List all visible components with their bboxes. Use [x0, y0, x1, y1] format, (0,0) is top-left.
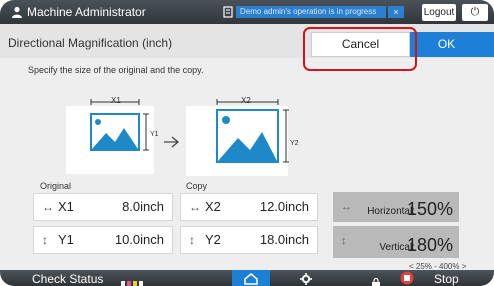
stop-button[interactable]: Stop [434, 271, 459, 286]
vertical-value: 180% [406, 235, 453, 255]
notice-close-icon[interactable]: × [388, 6, 404, 18]
home-icon [244, 273, 258, 285]
check-status-button[interactable]: Check Status [32, 271, 103, 286]
operation-notice[interactable]: Demo admin's operation is in progress [236, 6, 386, 18]
x2-name: X2 [205, 199, 221, 214]
y2-input[interactable]: ↕ Y2 18.0inch [180, 226, 318, 254]
gear-icon[interactable] [300, 272, 312, 285]
y2-value: 18.0inch [259, 232, 309, 247]
x2-diagram-label: X2 [241, 96, 251, 105]
horizontal-arrow-icon: ↔ [189, 200, 201, 214]
page-title: Directional Magnification (inch) [8, 36, 173, 50]
logout-button[interactable]: Logout [422, 4, 456, 21]
toner-status-icon [121, 275, 143, 286]
lock-icon [372, 274, 380, 286]
horizontal-value: 150% [406, 199, 453, 219]
y2-name: Y2 [205, 232, 221, 247]
user-icon [11, 6, 23, 18]
screen: Machine Administrator Demo admin's opera… [0, 0, 494, 286]
stop-icon[interactable] [400, 271, 414, 285]
vertical-arrow-icon: ↕ [341, 235, 347, 247]
y1-name: Y1 [58, 232, 74, 247]
x2-input[interactable]: ↔ X2 12.0inch [180, 193, 318, 221]
horizontal-arrow-icon: ↔ [42, 200, 54, 214]
x2-value: 12.0inch [259, 199, 309, 214]
y2-diagram-label: Y2 [290, 140, 299, 147]
original-label: Original [40, 181, 72, 191]
power-icon: ⏻ [470, 6, 480, 18]
x1-value: 8.0inch [122, 199, 164, 214]
highlight-box [303, 27, 417, 71]
y1-input[interactable]: ↕ Y1 10.0inch [33, 226, 173, 254]
x1-input[interactable]: ↔ X1 8.0inch [33, 193, 173, 221]
x1-diagram-label: X1 [111, 96, 121, 105]
horizontal-magnification: ↔ Horizontal: 150% [333, 192, 459, 222]
power-button[interactable]: ⏻ [462, 4, 488, 21]
document-icon [223, 6, 235, 18]
y1-diagram-label: Y1 [150, 131, 159, 138]
vertical-arrow-icon: ↕ [42, 233, 48, 247]
copy-label: Copy [186, 181, 208, 191]
y1-value: 10.0inch [114, 232, 164, 247]
vertical-magnification: ↕ Vertical: 180% [333, 226, 459, 258]
x1-name: X1 [58, 199, 74, 214]
arrow-right-icon [164, 136, 180, 148]
instruction-text: Specify the size of the original and the… [28, 65, 204, 75]
horizontal-arrow-icon: ↔ [341, 201, 352, 213]
home-button[interactable] [232, 270, 270, 286]
app-title: Machine Administrator [27, 5, 146, 19]
vertical-arrow-icon: ↕ [189, 233, 195, 247]
